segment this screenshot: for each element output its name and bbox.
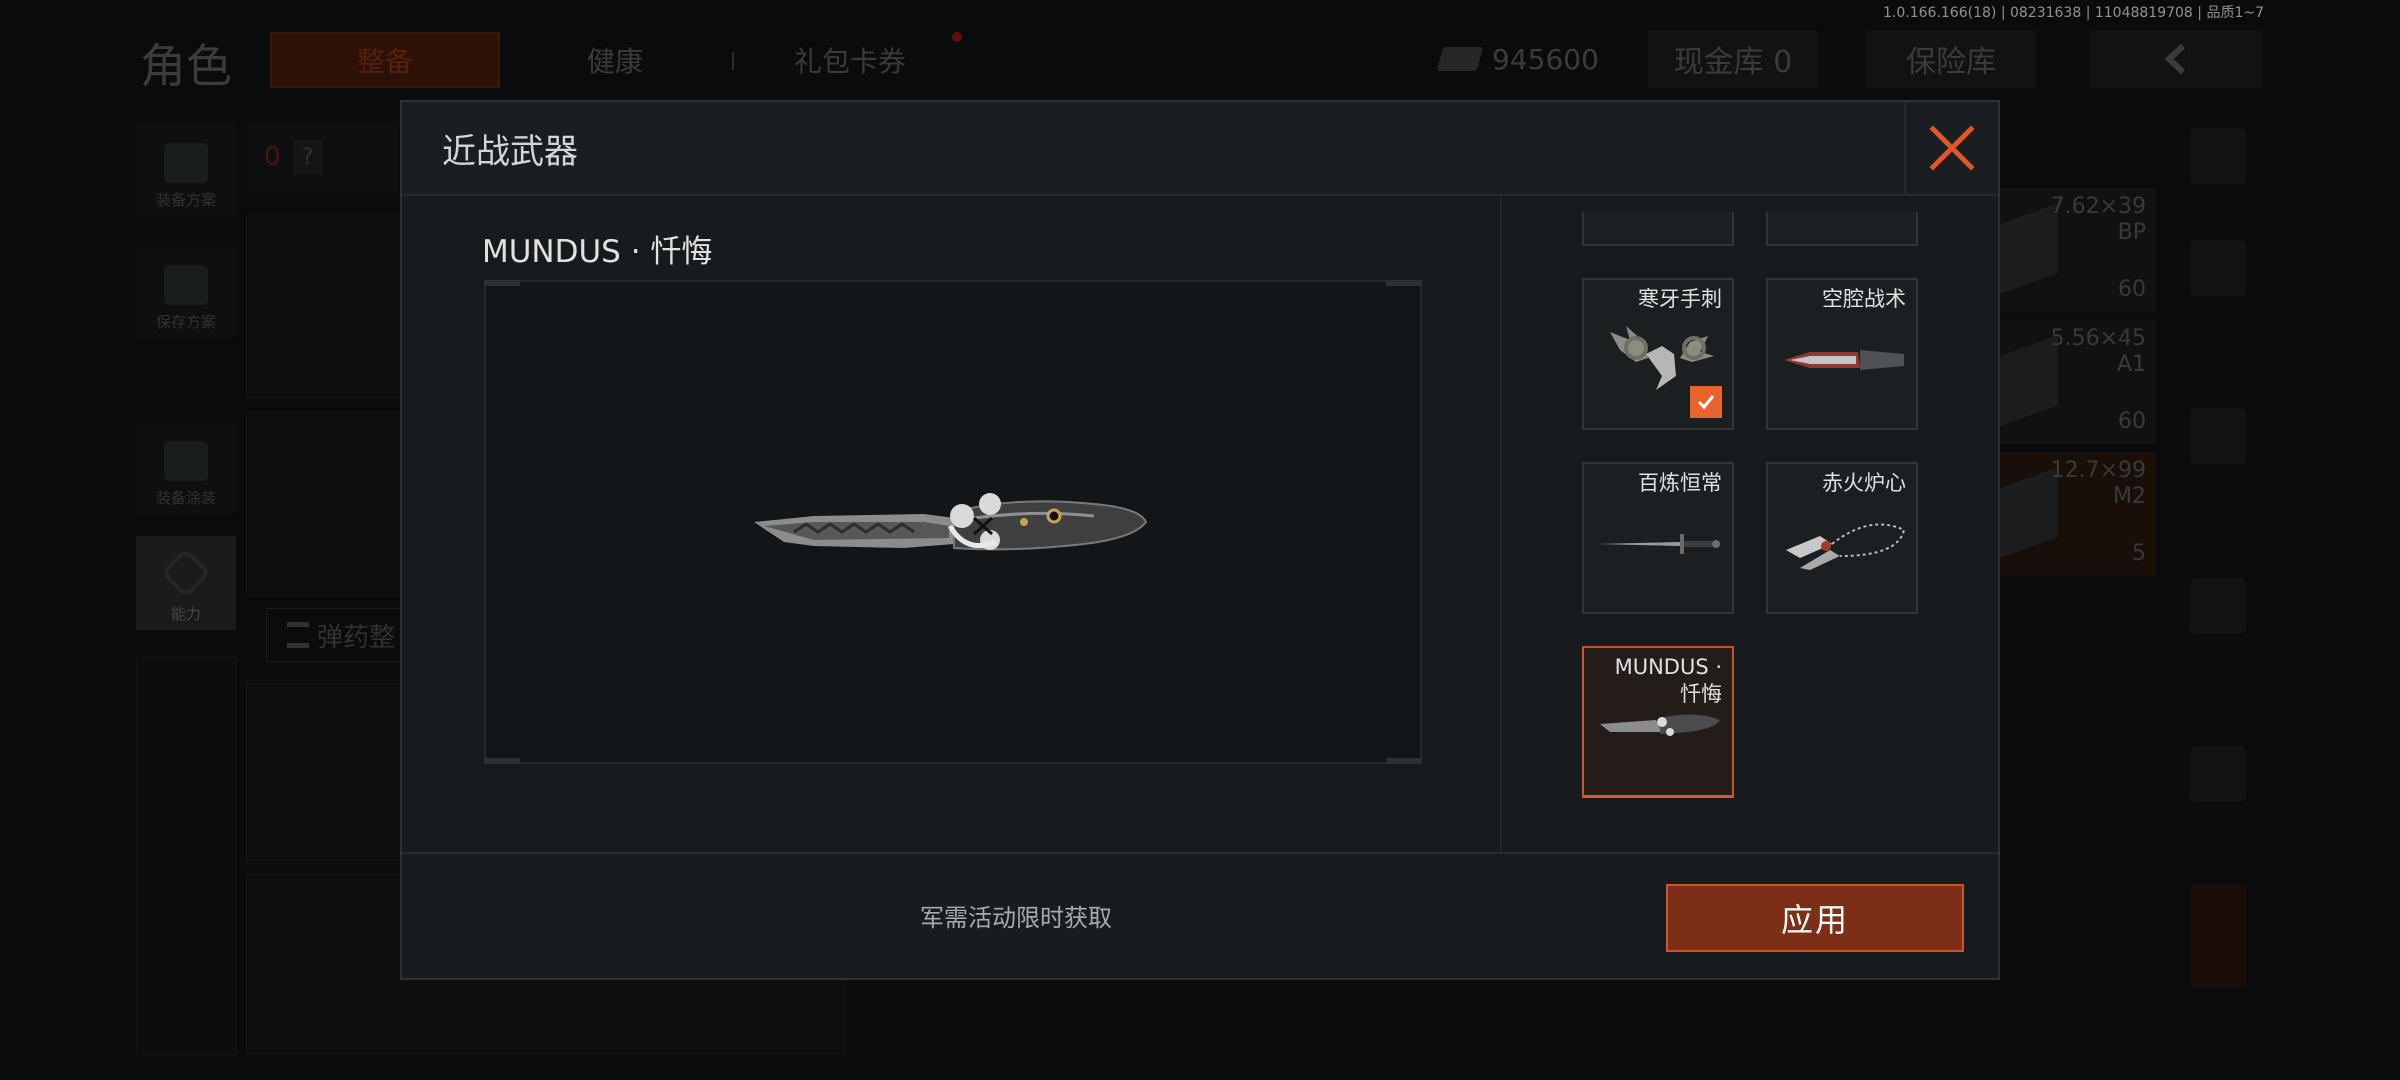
frame-corner xyxy=(484,758,520,764)
tempered-sword-image xyxy=(1598,534,1720,554)
weapon-card-name: 寒牙手刺 xyxy=(1638,287,1722,311)
close-button[interactable] xyxy=(1904,102,1998,194)
weapon-card-partial[interactable] xyxy=(1766,212,1918,246)
frame-corner xyxy=(1386,280,1422,286)
weapon-card-partial[interactable] xyxy=(1582,212,1734,246)
obtain-method-text: 军需活动限时获取 xyxy=(920,904,1112,932)
dialog-title: 近战武器 xyxy=(442,132,578,172)
dialog-header: 近战武器 xyxy=(402,102,1998,196)
weapon-list[interactable]: 寒牙手刺 空腔战术 百炼恒常 赤火炉心 MUNDUS · 忏悔 xyxy=(1504,196,1998,852)
weapon-card-name: 赤火炉心 xyxy=(1822,471,1906,495)
weapon-card[interactable]: 百炼恒常 xyxy=(1582,462,1734,614)
app-screen: 1.0.166.166(18) | 08231638 | 11048819708… xyxy=(0,0,2400,1080)
weapon-card-selected[interactable]: MUNDUS · 忏悔 xyxy=(1582,646,1734,798)
weapon-card[interactable]: 寒牙手刺 xyxy=(1582,278,1734,430)
close-icon xyxy=(1929,125,1975,171)
frame-corner xyxy=(1386,758,1422,764)
dialog-footer: 军需活动限时获取 应用 xyxy=(402,852,1998,978)
frame-corner xyxy=(484,280,520,286)
weapon-preview-area: MUNDUS · 忏悔 xyxy=(402,196,1502,852)
weapon-card-name: 空腔战术 xyxy=(1822,287,1906,311)
apply-button[interactable]: 应用 xyxy=(1666,884,1964,952)
weapon-card-name: MUNDUS · 忏悔 xyxy=(1614,655,1722,706)
mundus-knife-image xyxy=(1600,714,1720,736)
knife-preview-image xyxy=(754,493,1148,551)
crimson-furnace-knife-image xyxy=(1786,523,1906,570)
weapon-preview-frame[interactable] xyxy=(484,280,1422,764)
weapon-card-name: 百炼恒常 xyxy=(1638,471,1722,495)
weapon-name: MUNDUS · 忏悔 xyxy=(482,234,713,270)
equipped-check-icon xyxy=(1690,386,1722,418)
hollow-tactical-knife-image xyxy=(1784,350,1904,370)
weapon-card[interactable]: 空腔战术 xyxy=(1766,278,1918,430)
frost-fang-knife-image xyxy=(1610,326,1714,390)
weapon-card[interactable]: 赤火炉心 xyxy=(1766,462,1918,614)
melee-weapon-dialog: 近战武器 MUNDUS · 忏悔 寒牙手刺 空腔战术 百炼恒常 赤火炉心 MUN… xyxy=(400,100,2000,980)
